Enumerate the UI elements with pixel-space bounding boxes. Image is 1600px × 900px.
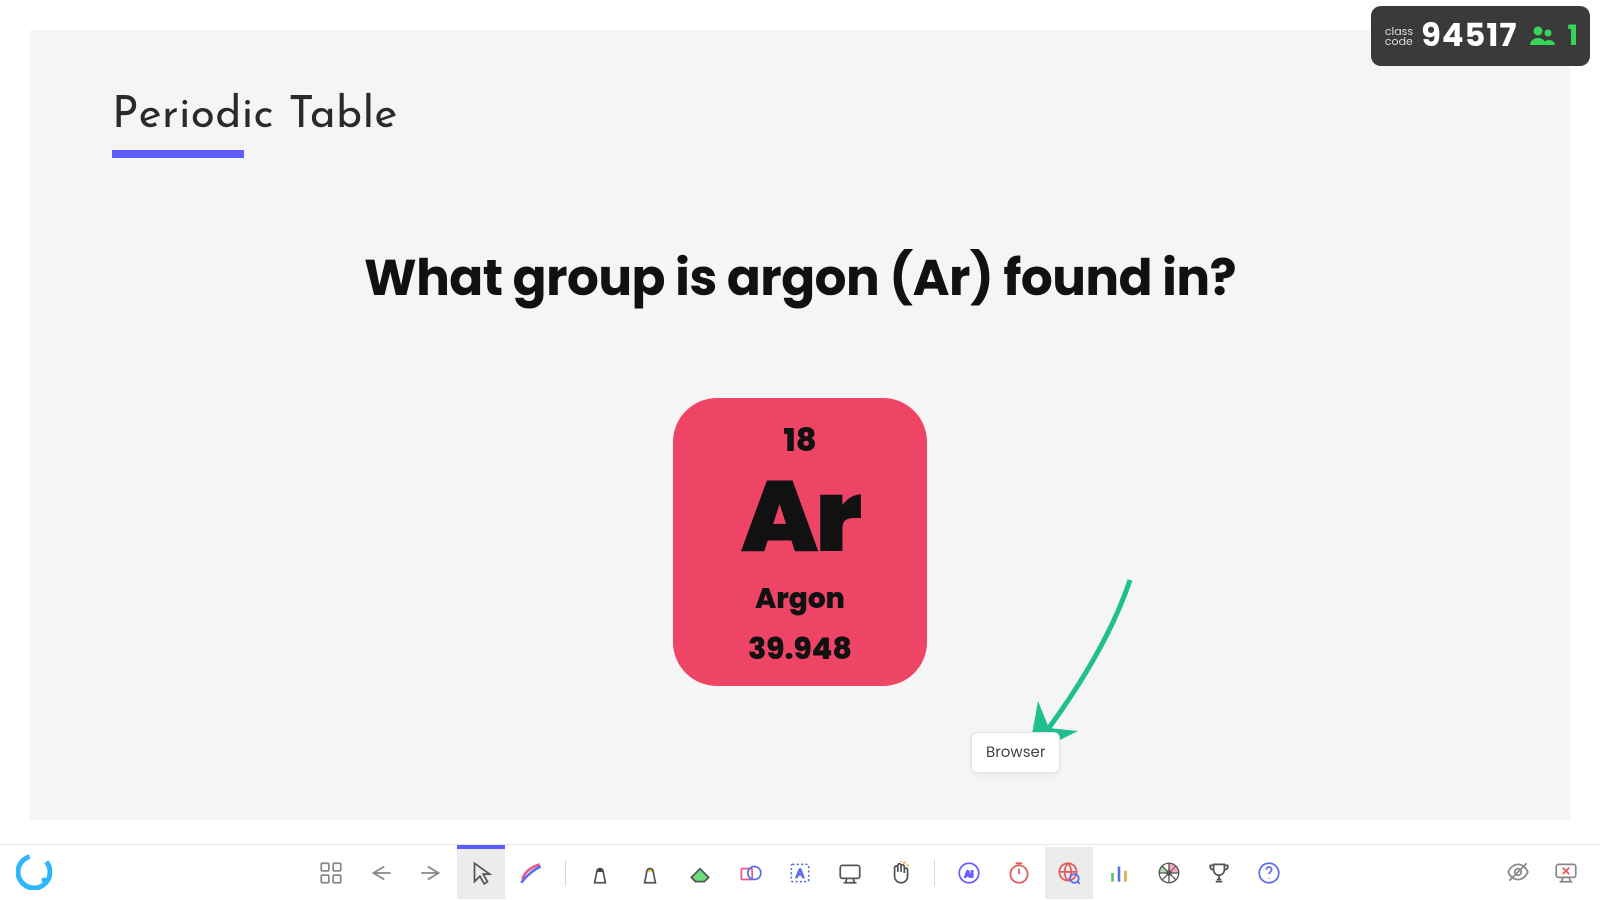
element-name: Argon — [755, 578, 845, 620]
slide-canvas: Periodic Table What group is argon (Ar) … — [30, 30, 1570, 820]
toolbar-divider — [934, 860, 935, 886]
bottom-toolbar: A AI — [0, 844, 1600, 900]
hide-button[interactable] — [1498, 846, 1538, 898]
app-logo[interactable] — [16, 854, 52, 890]
element-tile: 18 Ar Argon 39.948 — [673, 398, 927, 686]
browser-tool[interactable] — [1045, 847, 1093, 899]
class-code-label: class code — [1385, 26, 1413, 46]
text-tool[interactable]: A — [776, 847, 824, 899]
atomic-mass: 39.948 — [748, 626, 852, 672]
people-icon — [1529, 25, 1557, 47]
back-button[interactable] — [357, 847, 405, 899]
spinner-tool[interactable] — [1145, 847, 1193, 899]
svg-text:A: A — [796, 866, 804, 880]
pointer-tool[interactable] — [457, 847, 505, 899]
end-presentation-button[interactable] — [1546, 846, 1586, 898]
forward-button[interactable] — [407, 847, 455, 899]
slide-title: Periodic Table — [112, 94, 398, 138]
hand-tool[interactable] — [876, 847, 924, 899]
whiteboard-tool[interactable] — [826, 847, 874, 899]
class-code-badge[interactable]: class code 94517 1 — [1371, 6, 1590, 66]
apps-button[interactable] — [307, 847, 355, 899]
toolbar-divider — [565, 860, 566, 886]
element-symbol: Ar — [741, 469, 859, 564]
class-label-line2: code — [1385, 36, 1413, 46]
poll-tool[interactable] — [1095, 847, 1143, 899]
browser-tooltip: Browser — [971, 732, 1060, 773]
title-underline — [112, 150, 244, 158]
shapes-tool[interactable] — [726, 847, 774, 899]
eraser-tool[interactable] — [676, 847, 724, 899]
highlighter-yellow-tool[interactable] — [626, 847, 674, 899]
ai-tool[interactable]: AI — [945, 847, 993, 899]
highlighter-dark-tool[interactable] — [576, 847, 624, 899]
timer-tool[interactable] — [995, 847, 1043, 899]
trophy-tool[interactable] — [1195, 847, 1243, 899]
people-count: 1 — [1567, 15, 1578, 57]
slide-question: What group is argon (Ar) found in? — [30, 240, 1570, 316]
svg-text:AI: AI — [965, 868, 974, 878]
pen-tool[interactable] — [507, 847, 555, 899]
class-code-value: 94517 — [1421, 12, 1517, 60]
help-button[interactable] — [1245, 847, 1293, 899]
